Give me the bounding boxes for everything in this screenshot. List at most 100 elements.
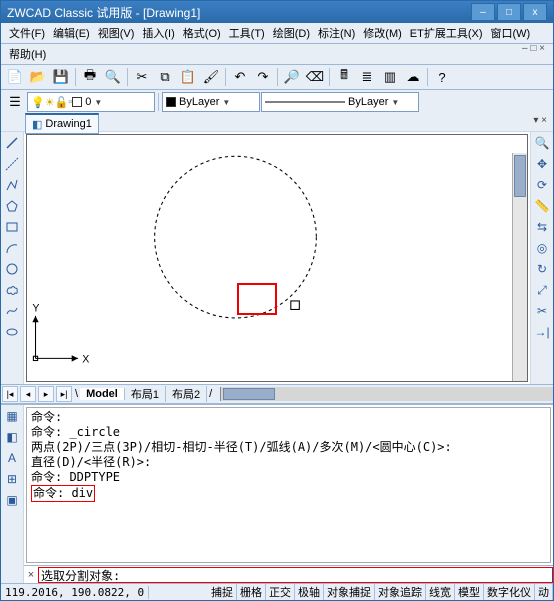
status-model[interactable]: 模型	[455, 584, 484, 600]
layer-dropdown[interactable]: 💡☀🔓▫ 0 ▼	[27, 92, 155, 112]
menu-dim[interactable]: 标注(N)	[314, 23, 359, 43]
doc-tab-row: ◧ Drawing1 ▾ ×	[1, 113, 553, 132]
offset-icon[interactable]: ◎	[533, 239, 551, 257]
tab-model[interactable]: Model	[80, 388, 125, 400]
close-cmd-icon[interactable]: ×	[24, 569, 38, 581]
mirror-icon[interactable]: ⇆	[533, 218, 551, 236]
arc-icon[interactable]	[3, 239, 21, 257]
find-icon[interactable]: 🔎	[281, 66, 303, 88]
menu-format[interactable]: 格式(O)	[179, 23, 225, 43]
rotate-icon[interactable]: ↻	[533, 260, 551, 278]
preview-icon[interactable]: 🔍	[102, 66, 124, 88]
revcloud-icon[interactable]	[3, 281, 21, 299]
menu-window[interactable]: 窗口(W)	[487, 23, 535, 43]
draw-toolbar	[1, 132, 24, 384]
rect-icon[interactable]	[3, 218, 21, 236]
status-snap[interactable]: 捕捉	[208, 584, 237, 600]
mtext-icon[interactable]: A	[3, 449, 21, 467]
status-osnap[interactable]: 对象捕捉	[324, 584, 375, 600]
close-button[interactable]: x	[523, 3, 547, 21]
trim-icon[interactable]: ✂	[533, 302, 551, 320]
paste-icon[interactable]: 📋	[177, 66, 199, 88]
polygon-icon[interactable]	[3, 197, 21, 215]
erase-icon[interactable]: ⌫	[304, 66, 326, 88]
separator	[75, 68, 76, 86]
tab-nav-next[interactable]: ▸	[38, 386, 54, 402]
print-icon[interactable]: 🖶	[79, 66, 101, 88]
command-input[interactable]	[38, 567, 553, 583]
document-tab[interactable]: ◧ Drawing1	[25, 113, 99, 134]
doc-window-controls[interactable]: – □ ×	[518, 43, 549, 54]
tab-controls[interactable]: ▾ ×	[533, 115, 547, 126]
linetype-preview-icon	[265, 98, 345, 106]
palette-icon[interactable]: ▥	[379, 66, 401, 88]
menu-insert[interactable]: 插入(I)	[138, 23, 178, 43]
status-tablet[interactable]: 数字化仪	[484, 584, 535, 600]
table2-icon[interactable]: ⊞	[3, 470, 21, 488]
line-icon[interactable]	[3, 134, 21, 152]
new-icon[interactable]: 📄	[4, 66, 26, 88]
status-polar[interactable]: 极轴	[295, 584, 324, 600]
minimize-button[interactable]: –	[471, 3, 495, 21]
tab-nav-first[interactable]: |◂	[2, 386, 18, 402]
scale-icon[interactable]: ⤢	[533, 281, 551, 299]
undo-icon[interactable]: ↶	[229, 66, 251, 88]
orbit-icon[interactable]: ⟳	[533, 176, 551, 194]
redo-icon[interactable]: ↷	[252, 66, 274, 88]
menu-et[interactable]: ET扩展工具(X)	[406, 23, 487, 43]
xline-icon[interactable]	[3, 155, 21, 173]
horizontal-scrollbar[interactable]	[220, 387, 553, 401]
linetype-icon[interactable]: ≣	[356, 66, 378, 88]
region2-icon[interactable]: ▣	[3, 491, 21, 509]
menu-help[interactable]: 帮助(H)	[5, 44, 50, 64]
status-ortho[interactable]: 正交	[266, 584, 295, 600]
calc-icon[interactable]: 🖩	[333, 66, 355, 88]
spline-icon[interactable]	[3, 302, 21, 320]
drawing-canvas[interactable]: XY	[26, 134, 528, 382]
document-tab-label: Drawing1	[45, 118, 91, 130]
zoom-icon[interactable]: 🔍	[533, 134, 551, 152]
tab-nav-last[interactable]: ▸|	[56, 386, 72, 402]
open-icon[interactable]: 📂	[27, 66, 49, 88]
menu-draw[interactable]: 绘图(D)	[269, 23, 314, 43]
table-icon[interactable]: ▦	[3, 407, 21, 425]
status-otrack[interactable]: 对象追踪	[375, 584, 426, 600]
modify-toolbar: 🔍 ✥ ⟳ 📏 ⇆ ◎ ↻ ⤢ ✂ →|	[530, 132, 553, 384]
tab-nav-prev[interactable]: ◂	[20, 386, 36, 402]
menu-edit[interactable]: 编辑(E)	[49, 23, 94, 43]
chevron-down-icon: ▼	[391, 98, 399, 107]
scrollbar-thumb[interactable]	[223, 388, 275, 400]
gradient-icon[interactable]: ◧	[3, 428, 21, 446]
status-grid[interactable]: 栅格	[237, 584, 266, 600]
circle-icon[interactable]	[3, 260, 21, 278]
measure-icon[interactable]: 📏	[533, 197, 551, 215]
scrollbar-thumb[interactable]	[514, 155, 526, 197]
pan-icon[interactable]: ✥	[533, 155, 551, 173]
pline-icon[interactable]	[3, 176, 21, 194]
menu-view[interactable]: 视图(V)	[94, 23, 139, 43]
help-icon[interactable]: ?	[431, 66, 453, 88]
menu-tools[interactable]: 工具(T)	[225, 23, 269, 43]
cloud-icon[interactable]: ☁	[402, 66, 424, 88]
matchprop-icon[interactable]: 🖌	[200, 66, 222, 88]
maximize-button[interactable]: □	[497, 3, 521, 21]
menu-file[interactable]: 文件(F)	[5, 23, 49, 43]
ellipse-icon[interactable]	[3, 323, 21, 341]
copy-icon[interactable]: ⧉	[154, 66, 176, 88]
vertical-scrollbar[interactable]	[512, 153, 527, 381]
window-title: ZWCAD Classic 试用版 - [Drawing1]	[7, 4, 469, 21]
status-dyn[interactable]: 动	[535, 584, 553, 600]
cut-icon[interactable]: ✂	[131, 66, 153, 88]
coordinate-readout[interactable]: 119.2016, 190.0822, 0	[1, 586, 149, 599]
extend-icon[interactable]: →|	[533, 323, 551, 341]
svg-text:Y: Y	[32, 303, 39, 315]
save-icon[interactable]: 💾	[50, 66, 72, 88]
status-lwt[interactable]: 线宽	[426, 584, 455, 600]
command-history[interactable]: 命令: 命令: _circle 两点(2P)/三点(3P)/相切-相切-半径(T…	[26, 407, 551, 563]
layer-mgr-icon[interactable]: ☰	[4, 91, 26, 113]
tab-layout2[interactable]: 布局2	[166, 386, 207, 402]
linetype-dropdown[interactable]: ByLayer ▼	[261, 92, 419, 112]
menu-modify[interactable]: 修改(M)	[359, 23, 406, 43]
tab-layout1[interactable]: 布局1	[125, 386, 166, 402]
color-dropdown[interactable]: ByLayer ▼	[162, 92, 260, 112]
